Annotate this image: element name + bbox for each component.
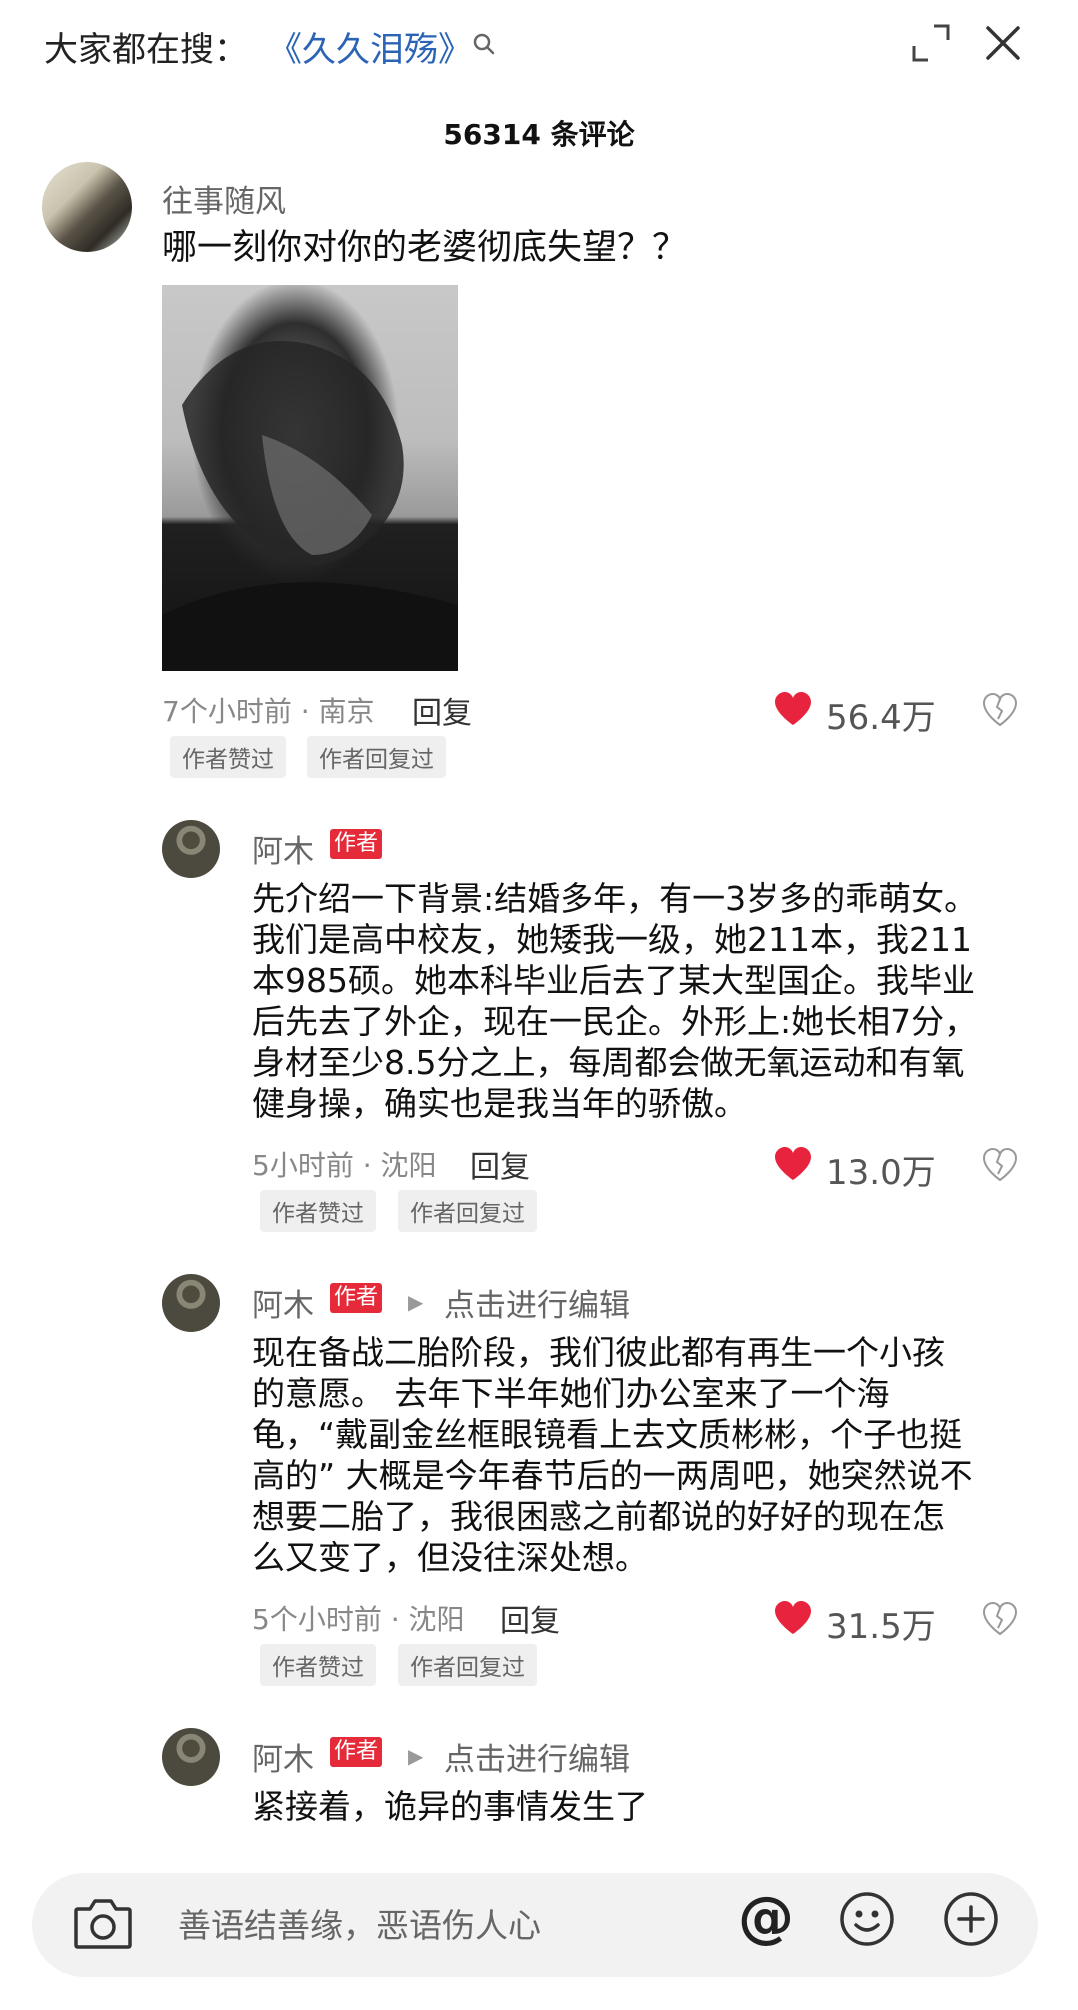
reply-text: 紧接着，诡异的事情发生了 (252, 1787, 648, 1826)
emoji-icon[interactable] (838, 1890, 896, 1948)
comment-input[interactable] (178, 1900, 698, 1950)
expand-icon[interactable] (910, 22, 952, 64)
close-icon[interactable] (982, 22, 1024, 64)
author-badge: 作者 (330, 1737, 383, 1767)
play-arrow-icon: ▶ (408, 1290, 424, 1314)
dislike-icon[interactable] (982, 1148, 1018, 1182)
comment-meta: 7个小时前 · 南京 (162, 695, 375, 728)
heart-icon[interactable] (773, 1146, 813, 1182)
author-liked-tag: 作者赞过 (260, 1190, 376, 1232)
author-replied-tag: 作者回复过 (398, 1190, 537, 1232)
reply-username[interactable]: 阿木 (252, 1734, 314, 1779)
avatar[interactable] (162, 820, 220, 878)
comment-count: 56314 条评论 (443, 118, 635, 151)
trending-search-link[interactable]: 《久久泪殇》 (268, 22, 472, 71)
avatar[interactable] (42, 162, 132, 252)
comment-username[interactable]: 往事随风 (162, 176, 286, 221)
comment-photo[interactable] (162, 285, 458, 671)
reply-button[interactable]: 回复 (412, 688, 472, 732)
author-badge: 作者 (330, 1283, 383, 1313)
edit-link[interactable]: 点击进行编辑 (444, 1734, 630, 1779)
reply-text: 先介绍一下背景:结婚多年，有一3岁多的乖萌女。 我们是高中校友，她矮我一级，她2… (252, 879, 978, 1123)
reply-username[interactable]: 阿木 (252, 826, 314, 871)
author-badge: 作者 (330, 829, 383, 859)
dislike-icon[interactable] (982, 693, 1018, 727)
search-icon[interactable] (470, 30, 498, 58)
avatar[interactable] (162, 1728, 220, 1786)
author-liked-tag: 作者赞过 (170, 736, 286, 778)
like-count: 31.5万 (826, 1607, 936, 1647)
camera-icon[interactable] (72, 1895, 134, 1951)
trending-search-label: 大家都在搜： (44, 30, 248, 70)
like-count: 13.0万 (826, 1153, 936, 1193)
author-liked-tag: 作者赞过 (260, 1644, 376, 1686)
reply-text: 现在备战二胎阶段，我们彼此都有再生一个小孩 的意愿。 去年下半年她们办公室来了一… (252, 1333, 973, 1577)
heart-icon[interactable] (773, 691, 813, 727)
reply-button[interactable]: 回复 (500, 1596, 560, 1640)
edit-link[interactable]: 点击进行编辑 (444, 1280, 630, 1325)
heart-icon[interactable] (773, 1600, 813, 1636)
like-count: 56.4万 (826, 698, 936, 738)
author-replied-tag: 作者回复过 (307, 736, 446, 778)
author-replied-tag: 作者回复过 (398, 1644, 537, 1686)
reply-button[interactable]: 回复 (470, 1142, 530, 1186)
plus-icon[interactable] (942, 1890, 1000, 1948)
comment-text: 哪一刻你对你的老婆彻底失望？？ (162, 228, 688, 268)
reply-meta: 5个小时前 · 沈阳 (252, 1603, 465, 1636)
reply-username[interactable]: 阿木 (252, 1280, 314, 1325)
reply-meta: 5小时前 · 沈阳 (252, 1149, 437, 1182)
dislike-icon[interactable] (982, 1602, 1018, 1636)
play-arrow-icon: ▶ (408, 1744, 424, 1768)
avatar[interactable] (162, 1274, 220, 1332)
mention-icon[interactable]: @ (736, 1888, 796, 1948)
